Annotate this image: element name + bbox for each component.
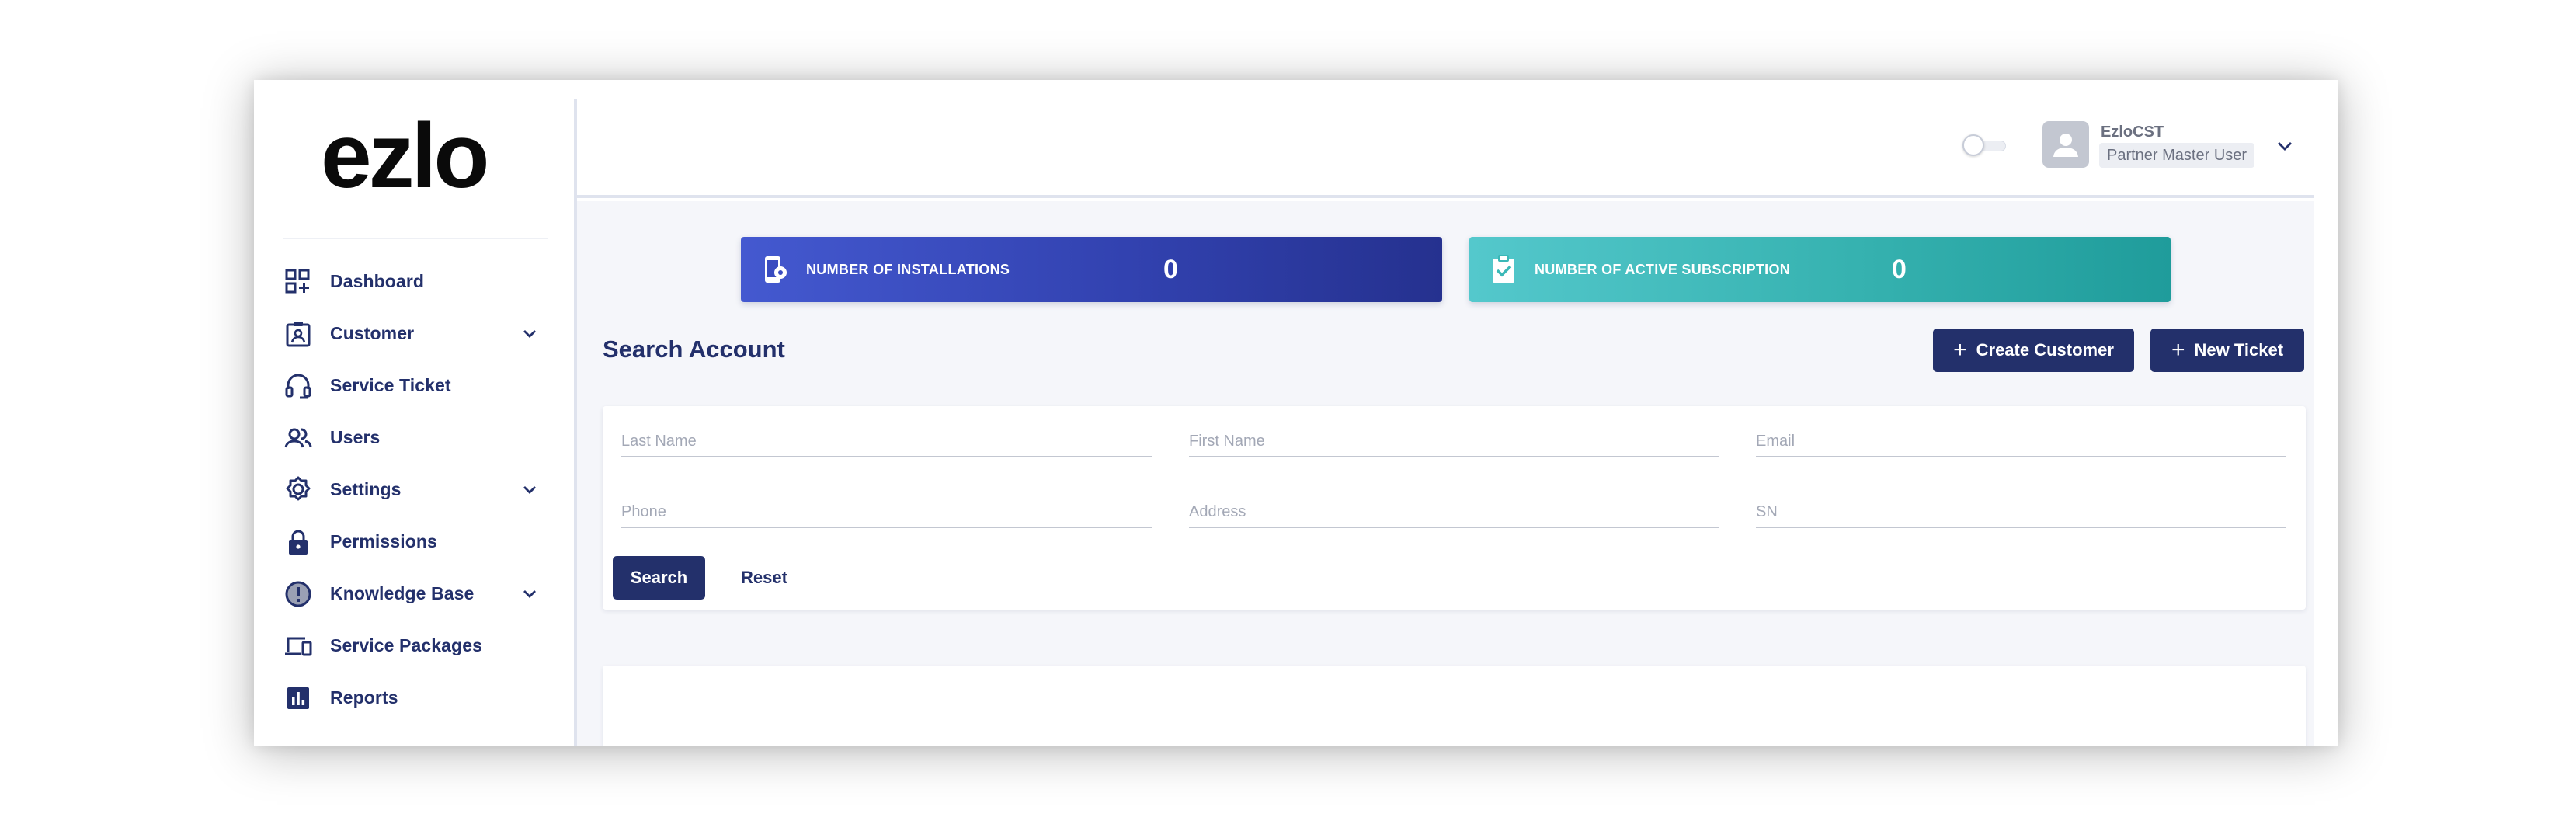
reports-icon: [283, 683, 313, 713]
sidebar-item-customer[interactable]: Customer: [283, 308, 548, 360]
email-input[interactable]: [1756, 426, 2286, 456]
address-input[interactable]: [1189, 497, 1719, 527]
sidebar-item-label: Permissions: [330, 531, 437, 551]
new-ticket-label: New Ticket: [2194, 340, 2284, 360]
installations-value: 0: [1163, 254, 1178, 284]
phone-field: [621, 497, 1152, 528]
sidebar-item-label: Customer: [330, 323, 415, 343]
logo-divider: [283, 238, 548, 239]
phone-input[interactable]: [621, 497, 1152, 527]
last-name-field: [621, 426, 1152, 457]
sidebar-item-service-packages[interactable]: Service Packages: [283, 620, 548, 672]
installations-label: NUMBER OF INSTALLATIONS: [806, 261, 1010, 277]
main-content: NUMBER OF INSTALLATIONS 0 NUMBER OF ACTI…: [577, 201, 2314, 746]
customer-icon: [283, 319, 313, 349]
user-icon: [2053, 134, 2078, 157]
sidebar-nav: Dashboard Customer Service Ticket Users …: [283, 256, 548, 724]
logo-text: ezlo: [321, 113, 487, 204]
sidebar-item-dashboard[interactable]: Dashboard: [283, 256, 548, 308]
sidebar-item-label: Settings: [330, 479, 402, 499]
sidebar-item-settings[interactable]: Settings: [283, 464, 548, 516]
chevron-down-icon[interactable]: [2275, 136, 2295, 156]
sidebar: ezlo Dashboard Customer Service Ticket U…: [254, 80, 574, 746]
sidebar-item-label: Users: [330, 427, 381, 447]
reset-button[interactable]: Reset: [725, 556, 803, 600]
app-window: ezlo Dashboard Customer Service Ticket U…: [254, 80, 2338, 746]
chevron-down-icon[interactable]: [521, 585, 538, 602]
sidebar-item-label: Service Packages: [330, 635, 482, 655]
new-ticket-button[interactable]: + New Ticket: [2150, 329, 2304, 372]
last-name-input[interactable]: [621, 426, 1152, 456]
dashboard-icon: [283, 267, 313, 297]
lock-icon: [283, 527, 313, 557]
sidebar-item-permissions[interactable]: Permissions: [283, 516, 548, 568]
theme-toggle[interactable]: [1962, 134, 2008, 156]
sidebar-item-users[interactable]: Users: [283, 412, 548, 464]
first-name-input[interactable]: [1189, 426, 1719, 456]
create-customer-button[interactable]: + Create Customer: [1933, 329, 2134, 372]
avatar[interactable]: [2042, 121, 2089, 168]
plus-icon: +: [2171, 337, 2185, 363]
address-field: [1189, 497, 1719, 528]
subscriptions-label: NUMBER OF ACTIVE SUBSCRIPTION: [1535, 261, 1791, 277]
sidebar-item-label: Service Ticket: [330, 375, 451, 395]
top-header: EzloCST Partner Master User: [577, 80, 2314, 198]
sn-input[interactable]: [1756, 497, 2286, 527]
subscriptions-value: 0: [1892, 254, 1907, 284]
gear-icon: [283, 475, 313, 505]
user-name: EzloCST: [2101, 123, 2164, 141]
sidebar-item-label: Dashboard: [330, 271, 425, 291]
page-title: Search Account: [603, 336, 785, 363]
headset-icon: [283, 371, 313, 401]
sidebar-item-label: Knowledge Base: [330, 583, 475, 603]
phone-gear-icon: [758, 252, 792, 287]
email-field: [1756, 426, 2286, 457]
sidebar-item-reports[interactable]: Reports: [283, 672, 548, 724]
sidebar-item-service-ticket[interactable]: Service Ticket: [283, 360, 548, 412]
search-button[interactable]: Search: [613, 556, 705, 600]
info-icon: [283, 579, 313, 609]
plus-icon: +: [1953, 337, 1967, 363]
create-customer-label: Create Customer: [1976, 340, 2114, 360]
chevron-down-icon[interactable]: [521, 481, 538, 498]
ezlo-logo[interactable]: ezlo: [321, 105, 507, 207]
users-icon: [283, 423, 313, 453]
toggle-knob: [1962, 134, 1984, 156]
search-form-card: Search Reset: [603, 406, 2306, 610]
chevron-down-icon[interactable]: [521, 325, 538, 342]
results-panel: [603, 666, 2306, 746]
installations-stat-card: NUMBER OF INSTALLATIONS 0: [741, 237, 1442, 302]
sidebar-item-knowledge-base[interactable]: Knowledge Base: [283, 568, 548, 620]
first-name-field: [1189, 426, 1719, 457]
sn-field: [1756, 497, 2286, 528]
sidebar-item-label: Reports: [330, 687, 398, 708]
clipboard-check-icon: [1486, 252, 1521, 287]
devices-icon: [283, 631, 313, 661]
subscriptions-stat-card: NUMBER OF ACTIVE SUBSCRIPTION 0: [1469, 237, 2171, 302]
user-role-badge: Partner Master User: [2099, 143, 2255, 168]
